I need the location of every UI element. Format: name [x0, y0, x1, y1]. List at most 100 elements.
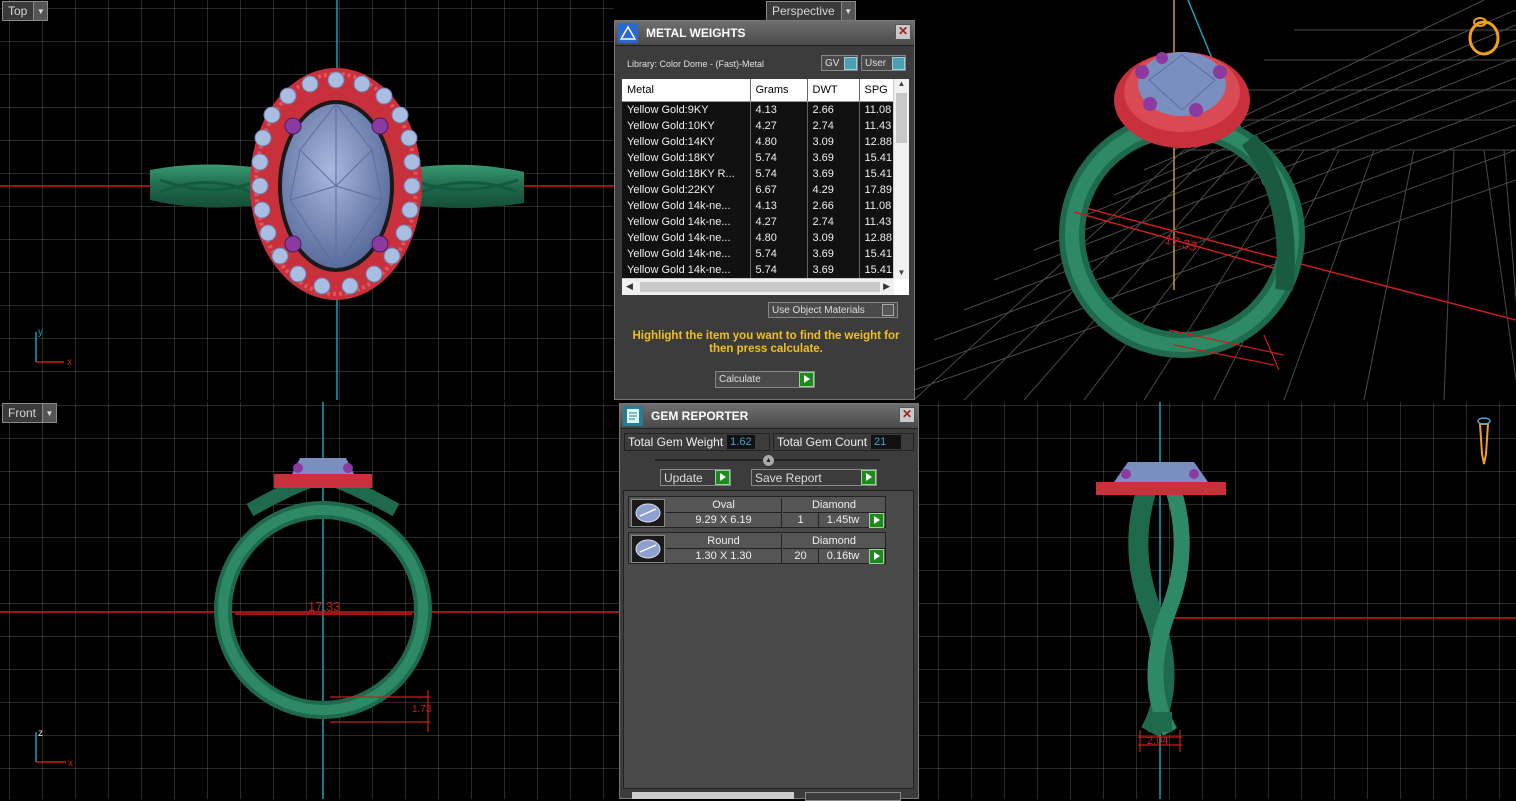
scroll-right-icon[interactable]: ▶: [883, 281, 890, 292]
metal-table-cell: 4.29: [807, 182, 860, 198]
ring-gizmo-icon: [1468, 17, 1500, 56]
metal-table-cell: 3.69: [807, 150, 860, 166]
metal-table-row[interactable]: Yellow Gold:10KY 4.27 2.74 11.43: [622, 118, 895, 134]
bottom-scroll-stub[interactable]: [632, 792, 794, 799]
metal-table-row[interactable]: Yellow Gold:9KY 4.13 2.66 11.08: [622, 101, 895, 118]
metal-weights-title: METAL WEIGHTS: [646, 26, 746, 40]
metal-table-cell: 15.41: [859, 262, 895, 278]
metal-table-cell: 3.09: [807, 134, 860, 150]
play-icon[interactable]: [869, 549, 884, 564]
viewport-front[interactable]: 17.33 1.73 z x Front ▼: [0, 402, 620, 799]
metal-table-row[interactable]: Yellow Gold:18KY 5.74 3.69 15.41: [622, 150, 895, 166]
metal-table-row[interactable]: Yellow Gold:18KY R... 5.74 3.69 15.41: [622, 166, 895, 182]
svg-text:z: z: [38, 728, 43, 739]
viewport-perspective-title: Perspective: [772, 4, 835, 18]
vertical-scrollbar[interactable]: ▲ ▼: [893, 79, 909, 279]
metal-table-column-header[interactable]: DWT: [807, 79, 860, 102]
metal-table-cell: Yellow Gold 14k-ne...: [622, 214, 751, 230]
metal-table-column-header[interactable]: Grams: [750, 79, 808, 102]
gem-row[interactable]: Oval Diamond 9.29 X 6.19 1 1.45tw: [628, 496, 886, 528]
metal-table-column-header[interactable]: Metal: [622, 79, 751, 102]
hscrollbar-thumb[interactable]: [640, 282, 880, 292]
save-report-label: Save Report: [755, 470, 822, 485]
svg-text:y: y: [38, 327, 43, 338]
gem-material: Diamond: [783, 534, 885, 549]
metal-table-row[interactable]: Yellow Gold 14k-ne... 5.74 3.69 15.41: [622, 246, 895, 262]
close-icon[interactable]: ✕: [899, 407, 915, 423]
metal-table-cell: 4.80: [750, 230, 808, 246]
viewport-side[interactable]: 2.04: [918, 402, 1516, 799]
viewport-front-title: Front: [8, 406, 37, 420]
metal-weights-titlebar[interactable]: METAL WEIGHTS ✕: [615, 21, 914, 46]
gem-size: 1.30 X 1.30: [666, 549, 782, 564]
metal-table-cell: Yellow Gold 14k-ne...: [622, 198, 751, 214]
close-icon[interactable]: ✕: [895, 24, 911, 40]
chevron-down-icon[interactable]: ▼: [840, 2, 855, 20]
metal-table-cell: 11.08: [859, 101, 895, 118]
metal-table-row[interactable]: Yellow Gold:22KY 6.67 4.29 17.89: [622, 182, 895, 198]
user-toggle[interactable]: User: [861, 55, 906, 71]
metal-table-container[interactable]: Metal Grams DWT SPG Yellow Gold:9KY 4.13 2.66…: [622, 79, 909, 295]
update-button[interactable]: Update: [660, 469, 731, 486]
use-object-materials-toggle[interactable]: Use Object Materials: [768, 302, 898, 318]
user-label: User: [865, 57, 887, 69]
metal-table-cell: 4.80: [750, 134, 808, 150]
metal-table-cell: 5.74: [750, 166, 808, 182]
viewport-top-label[interactable]: Top ▼: [2, 1, 49, 21]
gv-toggle[interactable]: GV: [821, 55, 858, 71]
scale-icon: [618, 23, 638, 43]
scroll-down-icon[interactable]: ▼: [894, 268, 909, 277]
metal-table-cell: 6.67: [750, 182, 808, 198]
calculate-button[interactable]: Calculate: [715, 371, 815, 388]
user-toggle-indicator: [892, 56, 905, 70]
metal-table-cell: 11.08: [859, 198, 895, 214]
bottom-button-stub[interactable]: [805, 792, 901, 801]
metal-table-cell: 2.74: [807, 118, 860, 134]
metal-table-cell: 12.88: [859, 134, 895, 150]
metal-table-cell: 3.69: [807, 246, 860, 262]
gem-shape: Round: [666, 534, 782, 549]
horizontal-scrollbar[interactable]: ◀ ▶: [622, 278, 894, 295]
metal-table-row[interactable]: Yellow Gold 14k-ne... 5.74 3.69 15.41: [622, 262, 895, 278]
metal-table-row[interactable]: Yellow Gold:14KY 4.80 3.09 12.88: [622, 134, 895, 150]
save-report-button[interactable]: Save Report: [751, 469, 877, 486]
instruction-text: Highlight the item you want to find the …: [632, 330, 900, 355]
use-object-materials-label: Use Object Materials: [772, 304, 865, 316]
metal-table-cell: Yellow Gold:22KY: [622, 182, 751, 198]
scroll-up-icon[interactable]: ▲: [894, 79, 909, 91]
metal-table-cell: Yellow Gold 14k-ne...: [622, 230, 751, 246]
scroll-left-icon[interactable]: ◀: [626, 281, 633, 292]
metal-table-cell: Yellow Gold:10KY: [622, 118, 751, 134]
viewport-perspective-label[interactable]: Perspective ▼: [766, 1, 856, 21]
metal-table: Metal Grams DWT SPG Yellow Gold:9KY 4.13 2.66…: [622, 79, 895, 278]
gem-weight: 0.16tw: [826, 550, 860, 562]
play-icon[interactable]: [869, 513, 884, 528]
metal-table-row[interactable]: Yellow Gold 14k-ne... 4.13 2.66 11.08: [622, 198, 895, 214]
chevron-down-icon[interactable]: ▼: [42, 404, 57, 422]
metal-table-cell: Yellow Gold:18KY: [622, 150, 751, 166]
metal-table-cell: 11.43: [859, 214, 895, 230]
metal-table-cell: 11.43: [859, 118, 895, 134]
viewport-front-label[interactable]: Front ▼: [2, 403, 58, 423]
collapse-icon[interactable]: ▲: [762, 454, 775, 467]
metal-table-row[interactable]: Yellow Gold 14k-ne... 4.27 2.74 11.43: [622, 214, 895, 230]
metal-table-row[interactable]: Yellow Gold 14k-ne... 4.80 3.09 12.88: [622, 230, 895, 246]
gem-count: 20: [783, 549, 819, 564]
gem-row[interactable]: Round Diamond 1.30 X 1.30 20 0.16tw: [628, 532, 886, 564]
metal-table-cell: 3.69: [807, 166, 860, 182]
scrollbar-thumb[interactable]: [896, 93, 907, 143]
metal-weights-panel: METAL WEIGHTS ✕ Library: Color Dome - (F…: [614, 20, 915, 400]
gem-material: Diamond: [783, 498, 885, 513]
gem-reporter-titlebar[interactable]: GEM REPORTER ✕: [620, 404, 918, 429]
chevron-down-icon[interactable]: ▼: [33, 2, 48, 20]
metal-table-cell: 15.41: [859, 246, 895, 262]
metal-table-cell: 3.69: [807, 262, 860, 278]
metal-table-cell: 5.74: [750, 150, 808, 166]
metal-table-column-header[interactable]: SPG: [859, 79, 895, 102]
metal-table-cell: 2.74: [807, 214, 860, 230]
play-icon: [715, 470, 730, 485]
gem-reporter-title: GEM REPORTER: [651, 409, 749, 423]
perspective-dimension-label: 17.33: [1163, 231, 1198, 254]
gem-shape: Oval: [666, 498, 782, 513]
viewport-top[interactable]: y x Top ▼: [0, 0, 614, 400]
